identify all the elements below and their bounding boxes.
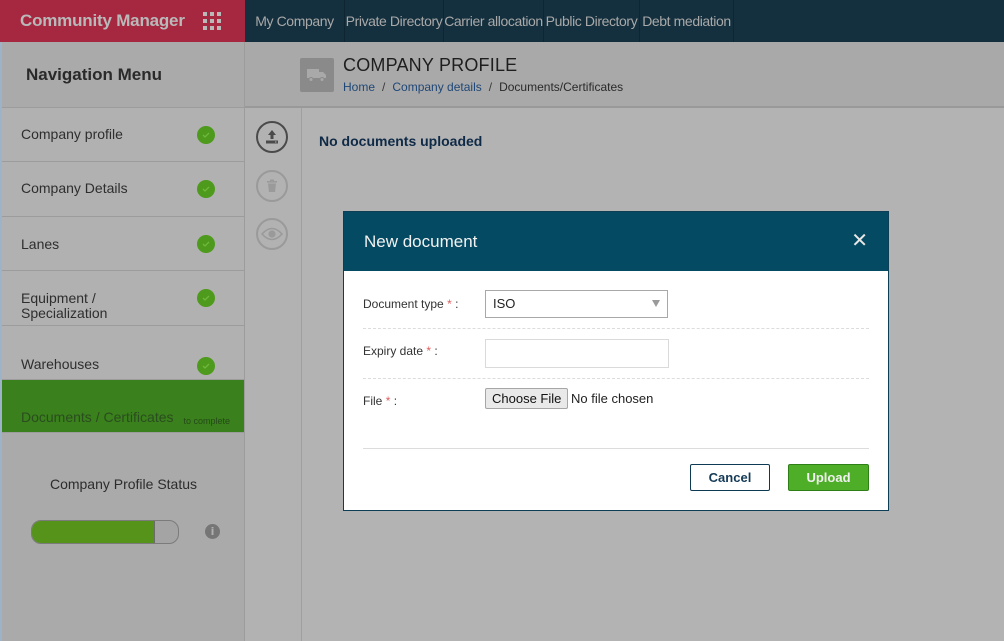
topnav-debt-mediation[interactable]: Debt mediation — [640, 0, 734, 42]
sidebar-item-label: Documents / Certificates — [21, 409, 174, 425]
trash-icon — [267, 179, 277, 192]
view-button[interactable] — [256, 218, 288, 250]
document-type-row: Document type * : ISO — [363, 271, 869, 329]
expiry-date-input[interactable] — [485, 339, 669, 368]
new-document-modal: New document ✕ Document type * : ISO Exp… — [343, 211, 889, 511]
apps-grid-icon[interactable] — [202, 12, 221, 30]
choose-file-button[interactable]: Choose File — [485, 388, 569, 409]
file-label: File * : — [363, 394, 398, 408]
modal-header: New document ✕ — [344, 212, 888, 271]
truck-icon — [300, 58, 334, 92]
breadcrumb-current: Documents/Certificates — [499, 80, 624, 94]
sidebar-item-documents-certificates[interactable]: Documents / Certificates to complete — [2, 380, 244, 433]
breadcrumb-home[interactable]: Home — [343, 80, 375, 94]
expiry-date-label: Expiry date * : — [363, 344, 438, 358]
topnav-public-directory[interactable]: Public Directory — [544, 0, 640, 42]
sidebar-item-equipment-specialization[interactable]: Equipment / Specialization — [2, 271, 244, 326]
page-header: COMPANY PROFILE Home / Company details /… — [245, 42, 1004, 108]
sidebar-item-label: Warehouses — [21, 356, 100, 372]
document-type-select[interactable]: ISO — [485, 290, 668, 318]
profile-progress-fill — [32, 521, 155, 543]
modal-title: New document — [364, 231, 478, 251]
empty-state-message: No documents uploaded — [319, 133, 483, 149]
check-icon — [197, 289, 215, 307]
page-title: COMPANY PROFILE — [343, 55, 518, 75]
sidebar-item-label: Equipment / Specialization — [21, 290, 108, 321]
to-complete-badge: to complete — [183, 416, 230, 426]
sidebar-item-label: Lanes — [21, 236, 60, 252]
topnav-carrier-allocation[interactable]: Carrier allocation — [444, 0, 544, 42]
check-icon — [197, 126, 215, 144]
profile-progress-bar — [31, 520, 179, 544]
document-toolbar — [245, 108, 302, 641]
topnav-private-directory[interactable]: Private Directory — [345, 0, 444, 42]
delete-button[interactable] — [256, 170, 288, 202]
check-icon — [197, 180, 215, 198]
breadcrumb: Home / Company details / Documents/Certi… — [343, 80, 623, 94]
eye-icon — [261, 227, 283, 241]
expiry-date-row: Expiry date * : — [363, 329, 869, 379]
sidebar-item-lanes[interactable]: Lanes — [2, 217, 244, 271]
brand: Community Manager — [0, 0, 245, 42]
sidebar-item-company-profile[interactable]: Company profile — [2, 108, 244, 162]
upload-button[interactable] — [256, 121, 288, 153]
info-icon[interactable]: i — [205, 524, 220, 539]
document-type-value: ISO — [493, 296, 516, 311]
top-navigation: My Company Private Directory Carrier all… — [245, 0, 1004, 42]
topnav-my-company[interactable]: My Company — [245, 0, 345, 42]
dropdown-arrow-icon — [652, 300, 660, 307]
sidebar-item-label: Company Details — [21, 180, 128, 196]
check-icon — [197, 235, 215, 253]
upload-submit-button[interactable]: Upload — [788, 464, 869, 491]
breadcrumb-separator: / — [488, 80, 493, 94]
breadcrumb-separator: / — [382, 80, 386, 94]
profile-status-title: Company Profile Status — [49, 476, 198, 492]
upload-icon — [266, 130, 278, 144]
sidebar-item-label: Company profile — [21, 126, 123, 142]
sidebar: Navigation Menu Company profile Company … — [0, 42, 245, 641]
document-type-label: Document type * : — [363, 297, 459, 311]
sidebar-title: Navigation Menu — [2, 42, 244, 108]
sidebar-item-warehouses[interactable]: Warehouses — [2, 326, 244, 380]
close-icon[interactable]: ✕ — [851, 230, 868, 250]
check-icon — [197, 357, 215, 375]
app-title[interactable]: Community Manager — [20, 11, 185, 31]
top-bar: Community Manager My Company Private Dir… — [0, 0, 1004, 42]
file-status: No file chosen — [571, 391, 654, 406]
file-row: File * : Choose File No file chosen — [363, 379, 869, 449]
cancel-button[interactable]: Cancel — [690, 464, 770, 491]
sidebar-item-company-details[interactable]: Company Details — [2, 162, 244, 217]
breadcrumb-company-details[interactable]: Company details — [392, 80, 481, 94]
